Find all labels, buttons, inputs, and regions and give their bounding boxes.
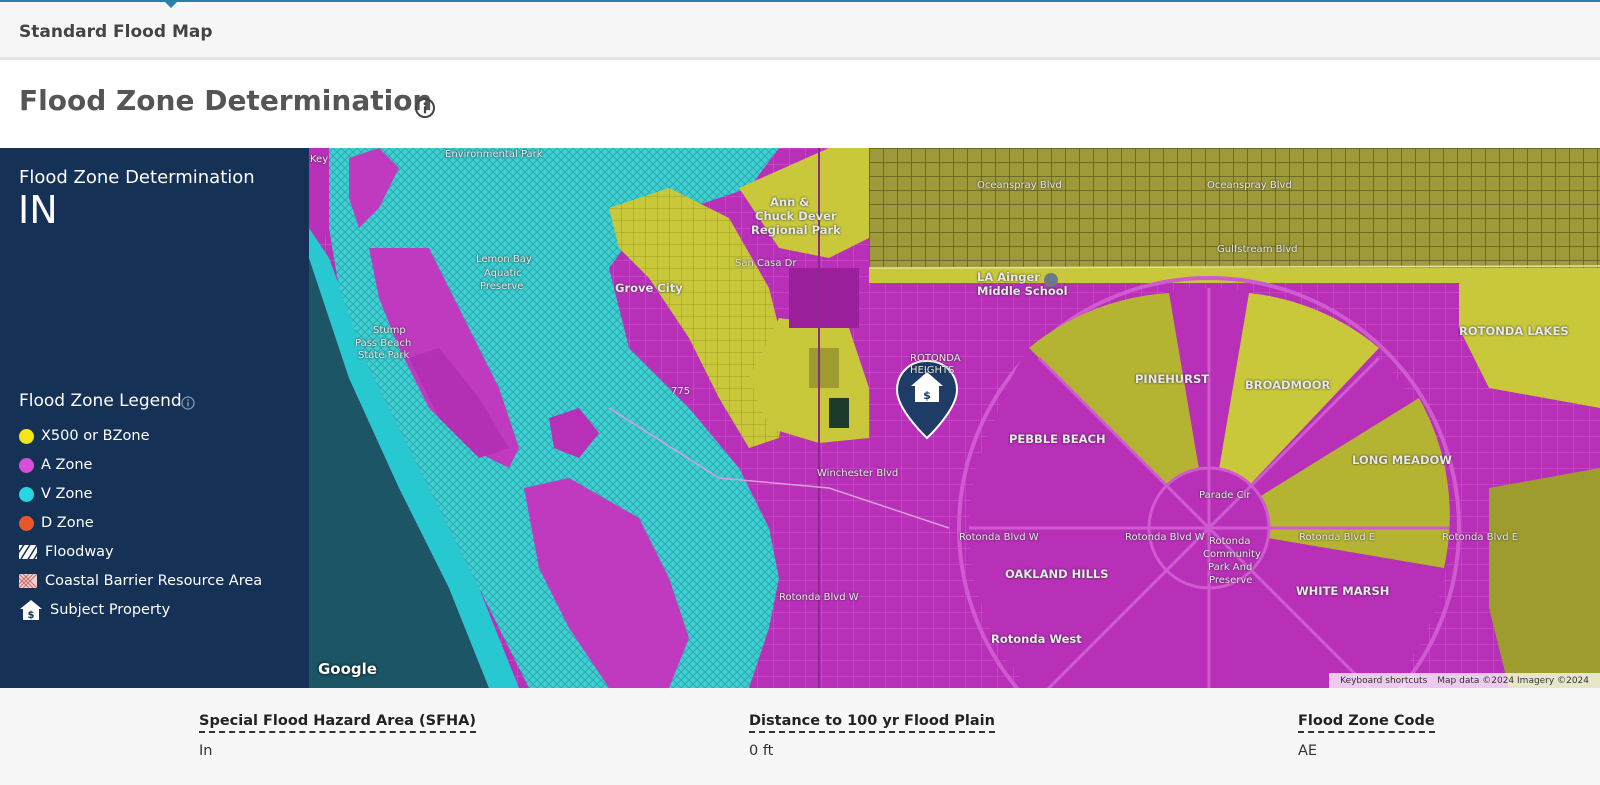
orange-dot-icon — [19, 515, 34, 531]
legend-info-icon[interactable] — [181, 396, 195, 410]
map-label: Regional Park — [751, 223, 841, 237]
map-label: ROTONDA LAKES — [1459, 324, 1569, 338]
map-label: Park And — [1208, 562, 1253, 573]
fact-value: In — [199, 743, 213, 759]
coastal-barrier-hatch-icon — [19, 574, 37, 588]
map-label: Ann & — [770, 195, 810, 209]
floodway-hatch-icon — [19, 545, 37, 559]
map-label: Rotonda Blvd E — [1299, 532, 1376, 543]
map-label: Lemon Bay — [476, 254, 532, 265]
legend-item-coastal-barrier: Coastal Barrier Resource Area — [19, 570, 262, 592]
map-label: Rotonda West — [991, 632, 1082, 646]
map-label: Preserve — [1209, 575, 1253, 586]
map-label: Grove City — [615, 281, 683, 295]
fact-label[interactable]: Distance to 100 yr Flood Plain — [749, 713, 995, 733]
fact-zone-code: Flood Zone Code AE — [1298, 710, 1435, 759]
legend-label: V Zone — [41, 486, 93, 502]
fact-sfha: Special Flood Hazard Area (SFHA) In — [199, 710, 476, 759]
page-title: Flood Zone Determination — [19, 84, 433, 117]
legend-item-d-zone: D Zone — [19, 512, 94, 534]
legend-label: Subject Property — [50, 602, 171, 618]
cyan-dot-icon — [19, 486, 34, 502]
map-label: HEIGHTS — [910, 365, 955, 376]
legend-label: Coastal Barrier Resource Area — [45, 573, 263, 589]
map-label: Community — [1203, 549, 1261, 560]
map-label: Rotonda Blvd W — [959, 532, 1039, 543]
flood-map[interactable]: $ Key Environmental Park Ann & Chuck Dev… — [309, 148, 1600, 688]
legend-label: D Zone — [41, 515, 94, 531]
tab-title[interactable]: Standard Flood Map — [19, 22, 213, 42]
map-label: WHITE MARSH — [1296, 584, 1390, 598]
map-label: OAKLAND HILLS — [1005, 567, 1109, 581]
map-label: Aquatic — [484, 268, 522, 279]
legend-item-a-zone: A Zone — [19, 454, 92, 476]
map-label: Rotonda — [1209, 536, 1251, 547]
fact-label[interactable]: Flood Zone Code — [1298, 713, 1435, 733]
active-tab-caret — [165, 2, 177, 8]
fact-value: AE — [1298, 743, 1318, 759]
svg-text:$: $ — [28, 610, 35, 621]
map-label: Rotonda Blvd W — [779, 592, 859, 603]
map-label: LONG MEADOW — [1352, 453, 1452, 467]
legend-label: X500 or BZone — [41, 428, 150, 444]
legend-item-x500: X500 or BZone — [19, 425, 150, 447]
yellow-dot-icon — [19, 428, 34, 444]
map-label: LA Ainger — [977, 270, 1040, 284]
map-label: Winchester Blvd — [817, 468, 899, 479]
legend-label: Floodway — [45, 544, 114, 560]
map-label: Oceanspray Blvd — [977, 180, 1062, 191]
map-label: BROADMOOR — [1245, 378, 1331, 392]
magenta-dot-icon — [19, 457, 34, 473]
legend-item-v-zone: V Zone — [19, 483, 92, 505]
map-label: PEBBLE BEACH — [1009, 432, 1106, 446]
fact-value: 0 ft — [749, 743, 774, 759]
map-label: Stump — [373, 325, 406, 336]
map-label: Pass Beach — [355, 338, 412, 349]
map-label: PINEHURST — [1135, 372, 1210, 386]
map-attribution: Keyboard shortcuts Map data ©2024 Imager… — [1329, 673, 1600, 688]
map-label: Oceanspray Blvd — [1207, 180, 1292, 191]
map-label: Gulfstream Blvd — [1217, 244, 1298, 255]
keyboard-shortcuts-link[interactable]: Keyboard shortcuts — [1340, 676, 1427, 686]
legend-label: A Zone — [41, 457, 93, 473]
map-label: Chuck Dever — [755, 209, 837, 223]
determination-panel: Flood Zone Determination IN Flood Zone L… — [0, 148, 309, 688]
house-icon: $ — [20, 600, 42, 621]
determination-value: IN — [18, 188, 58, 232]
legend-item-subject-property: $ Subject Property — [19, 599, 170, 621]
tab-header: Standard Flood Map — [0, 2, 1600, 60]
legend-item-floodway: Floodway — [19, 541, 114, 563]
map-label: Rotonda Blvd E — [1442, 532, 1519, 543]
map-label: Key — [310, 154, 329, 165]
fact-label[interactable]: Special Flood Hazard Area (SFHA) — [199, 713, 476, 733]
fact-distance: Distance to 100 yr Flood Plain 0 ft — [749, 710, 995, 759]
map-label: Preserve — [480, 281, 524, 292]
map-data-text: Map data ©2024 Imagery ©2024 — [1437, 675, 1589, 686]
map-label: Middle School — [977, 284, 1068, 298]
google-logo: Google — [318, 660, 377, 678]
legend-title: Flood Zone Legend — [19, 391, 182, 411]
map-label: Rotonda Blvd W — [1125, 532, 1205, 543]
determination-label: Flood Zone Determination — [19, 167, 255, 188]
map-label: Parade Cir — [1199, 490, 1251, 501]
map-label: State Park — [358, 350, 410, 361]
map-label: Environmental Park — [445, 149, 543, 160]
info-icon[interactable] — [414, 97, 436, 119]
map-label: 775 — [671, 386, 691, 397]
svg-text:$: $ — [923, 389, 931, 402]
map-imagery: $ — [309, 148, 1600, 688]
map-label: San Casa Dr — [735, 258, 797, 269]
map-label: ROTONDA — [910, 353, 961, 364]
facts-footer: Special Flood Hazard Area (SFHA) In Dist… — [0, 688, 1600, 785]
